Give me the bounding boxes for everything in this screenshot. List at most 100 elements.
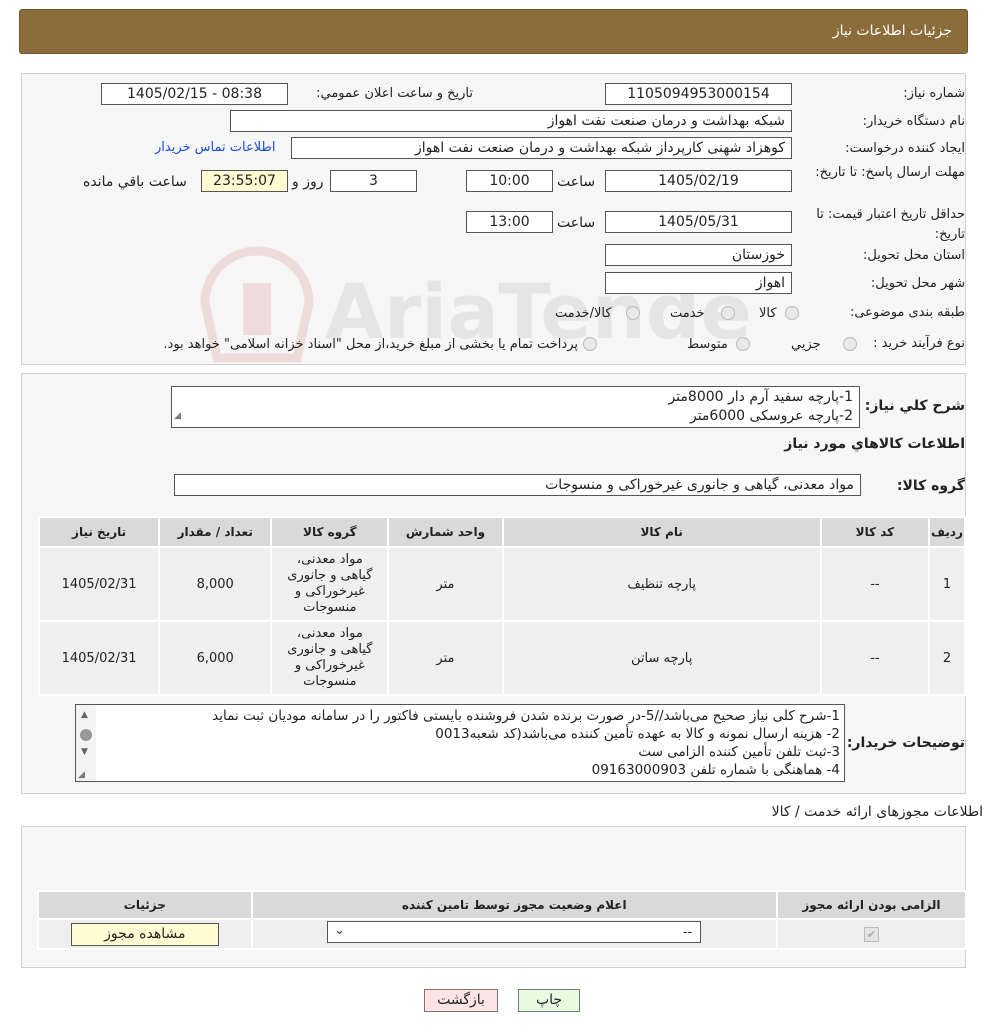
cell-date: 1405/02/31: [37, 546, 161, 622]
treasury-checkbox[interactable]: [583, 337, 597, 351]
col-unit: واحد شمارش: [387, 516, 504, 548]
items-header-row: ردیف کد کالا نام کالا واحد شمارش گروه کا…: [37, 516, 967, 548]
summary-textarea[interactable]: 1-پارچه سفید آرم دار 8000متر 2-پارچه عرو…: [171, 386, 860, 428]
notes-scrollbar[interactable]: ▲ ▼ ◢: [76, 705, 96, 781]
city-label: شهر محل تحویل:: [870, 276, 965, 291]
note-line-3: 3-ثبت تلفن تأمین کننده الزامی ست: [638, 744, 840, 760]
remaining-time-field: 23:55:07: [201, 170, 288, 192]
cell-group: مواد معدنی، گیاهی و جانوری غیرخوراکی و م…: [270, 620, 390, 696]
page-header: جزئیات اطلاعات نیاز: [19, 9, 968, 54]
note-line-1: 1-شرح کلی نیاز صحیح می‌باشد//5-در صورت ب…: [212, 708, 840, 724]
scroll-down-icon[interactable]: ▼: [81, 747, 88, 757]
validity-label: حداقل تاریخ اعتبار قیمت: تا تاریخ:: [816, 207, 965, 242]
announce-label: تاریخ و ساعت اعلان عمومي:: [316, 86, 473, 101]
summary-line-2: 2-پارچه عروسکی 6000متر: [689, 408, 853, 424]
resize-handle-icon[interactable]: ◢: [78, 770, 85, 780]
goods-info-title: اطلاعات کالاهاي مورد نیاز: [784, 436, 965, 452]
chevron-down-icon[interactable]: ⌄: [334, 923, 345, 938]
creator-field: کوهزاد شهنی کارپرداز شبکه بهداشت و درمان…: [291, 137, 792, 159]
permits-header-row: الزامی بودن ارائه مجوز اعلام وضعیت مجوز …: [37, 890, 968, 920]
category-goods-label: کالا: [759, 306, 777, 321]
creator-label: ایجاد کننده درخواست:: [845, 141, 965, 156]
buyer-notes-label: توضیحات خریدار:: [846, 735, 965, 751]
contact-buyer-link[interactable]: اطلاعات تماس خریدار: [155, 140, 275, 155]
col-row: ردیف: [927, 516, 967, 548]
permit-details-cell: مشاهده مجوز: [37, 918, 253, 950]
col-date: تاریخ نیاز: [37, 516, 161, 548]
items-table: ردیف کد کالا نام کالا واحد شمارش گروه کا…: [37, 516, 967, 696]
permits-table: الزامی بودن ارائه مجوز اعلام وضعیت مجوز …: [37, 890, 968, 950]
cell-row: 2: [927, 620, 967, 696]
days-label: روز و: [292, 174, 324, 190]
table-row: ✔ -- ⌄ مشاهده مجوز: [37, 918, 968, 950]
cell-unit: متر: [387, 546, 504, 622]
goods-group-field: مواد معدنی، گیاهی و جانوری غیرخوراکی و م…: [174, 474, 861, 496]
category-label: طبقه بندی موضوعی:: [849, 305, 965, 320]
purchase-note: پرداخت تمام یا بخشی از مبلغ خرید،از محل …: [163, 337, 578, 352]
note-line-2: 2- هزینه ارسال نمونه و کالا به عهده تأمی…: [435, 726, 840, 742]
page-title: جزئیات اطلاعات نیاز: [832, 23, 952, 39]
need-number-field: 1105094953000154: [605, 83, 792, 105]
col-permit-status: اعلام وضعیت مجوز توسط تامین کننده: [250, 890, 778, 920]
permit-status-select[interactable]: -- ⌄: [327, 921, 702, 943]
reply-date-field: 1405/02/19: [605, 170, 792, 192]
category-goods-service-radio[interactable]: [626, 306, 640, 320]
resize-handle-icon[interactable]: ◢: [174, 407, 181, 426]
purchase-medium-radio[interactable]: [736, 337, 750, 351]
validity-time-field: 13:00: [466, 211, 553, 233]
cell-qty: 6,000: [158, 620, 273, 696]
scroll-up-icon[interactable]: ▲: [81, 710, 88, 720]
category-service-radio[interactable]: [721, 306, 735, 320]
buyer-notes-textarea[interactable]: ▲ ▼ ◢ 1-شرح کلی نیاز صحیح می‌باشد//5-در …: [75, 704, 845, 782]
purchase-minor-radio[interactable]: [843, 337, 857, 351]
reply-time-label: ساعت: [557, 174, 596, 190]
buyer-notes-content: 1-شرح کلی نیاز صحیح می‌باشد//5-در صورت ب…: [100, 707, 840, 779]
reply-time-field: 10:00: [466, 170, 553, 192]
table-row: 2 -- پارچه ساتن متر مواد معدنی، گیاهی و …: [37, 620, 967, 696]
table-row: 1 -- پارچه تنظیف متر مواد معدنی، گیاهی و…: [37, 546, 967, 622]
buyer-org-label: نام دستگاه خریدار:: [862, 114, 965, 129]
col-qty: تعداد / مقدار: [158, 516, 273, 548]
purchase-type-label: نوع فرآیند خرید :: [873, 336, 965, 351]
scroll-thumb[interactable]: [80, 729, 92, 741]
city-field: اهواز: [605, 272, 792, 294]
need-number-label: شماره نیاز:: [903, 86, 965, 101]
back-button[interactable]: بازگشت: [424, 989, 498, 1012]
cell-code: --: [819, 546, 930, 622]
cell-code: --: [819, 620, 930, 696]
purchase-minor-label: جزیي: [791, 337, 821, 352]
days-field: 3: [330, 170, 417, 192]
col-name: نام کالا: [501, 516, 822, 548]
goods-group-label: گروه کالا:: [896, 478, 965, 494]
cell-name: پارچه تنظیف: [501, 546, 822, 622]
permits-section-title: اطلاعات مجوزهای ارائه خدمت / کالا: [771, 804, 983, 820]
validity-date-field: 1405/05/31: [605, 211, 792, 233]
buyer-org-field: شبکه بهداشت و درمان صنعت نفت اهواز: [230, 110, 792, 132]
cell-date: 1405/02/31: [37, 620, 161, 696]
cell-unit: متر: [387, 620, 504, 696]
cell-qty: 8,000: [158, 546, 273, 622]
summary-label: شرح کلي نیاز:: [864, 398, 965, 414]
cell-group: مواد معدنی، گیاهی و جانوری غیرخوراکی و م…: [270, 546, 390, 622]
col-permit-required: الزامی بودن ارائه مجوز: [775, 890, 968, 920]
col-group: گروه کالا: [270, 516, 390, 548]
announce-field: 1405/02/15 - 08:38: [101, 83, 288, 105]
reply-deadline-label: مهلت ارسال پاسخ: تا تاریخ:: [815, 165, 965, 180]
cell-row: 1: [927, 546, 967, 622]
category-goods-service-label: کالا/خدمت: [555, 306, 612, 321]
purchase-medium-label: متوسط: [687, 337, 728, 352]
summary-line-1: 1-پارچه سفید آرم دار 8000متر: [668, 389, 853, 405]
required-checkbox[interactable]: ✔: [863, 926, 879, 942]
validity-time-label: ساعت: [557, 215, 596, 231]
print-button[interactable]: چاپ: [518, 989, 580, 1012]
select-value: --: [682, 925, 693, 940]
category-service-label: خدمت: [670, 306, 705, 321]
note-line-4: 4- هماهنگی با شماره تلفن 09163000903: [591, 762, 840, 778]
province-field: خوزستان: [605, 244, 792, 266]
category-goods-radio[interactable]: [785, 306, 799, 320]
province-label: استان محل تحویل:: [863, 248, 965, 263]
col-permit-details: جزئیات: [37, 890, 253, 920]
permit-status-cell: -- ⌄: [250, 918, 778, 950]
cell-name: پارچه ساتن: [501, 620, 822, 696]
view-permit-button[interactable]: مشاهده مجوز: [70, 922, 219, 946]
